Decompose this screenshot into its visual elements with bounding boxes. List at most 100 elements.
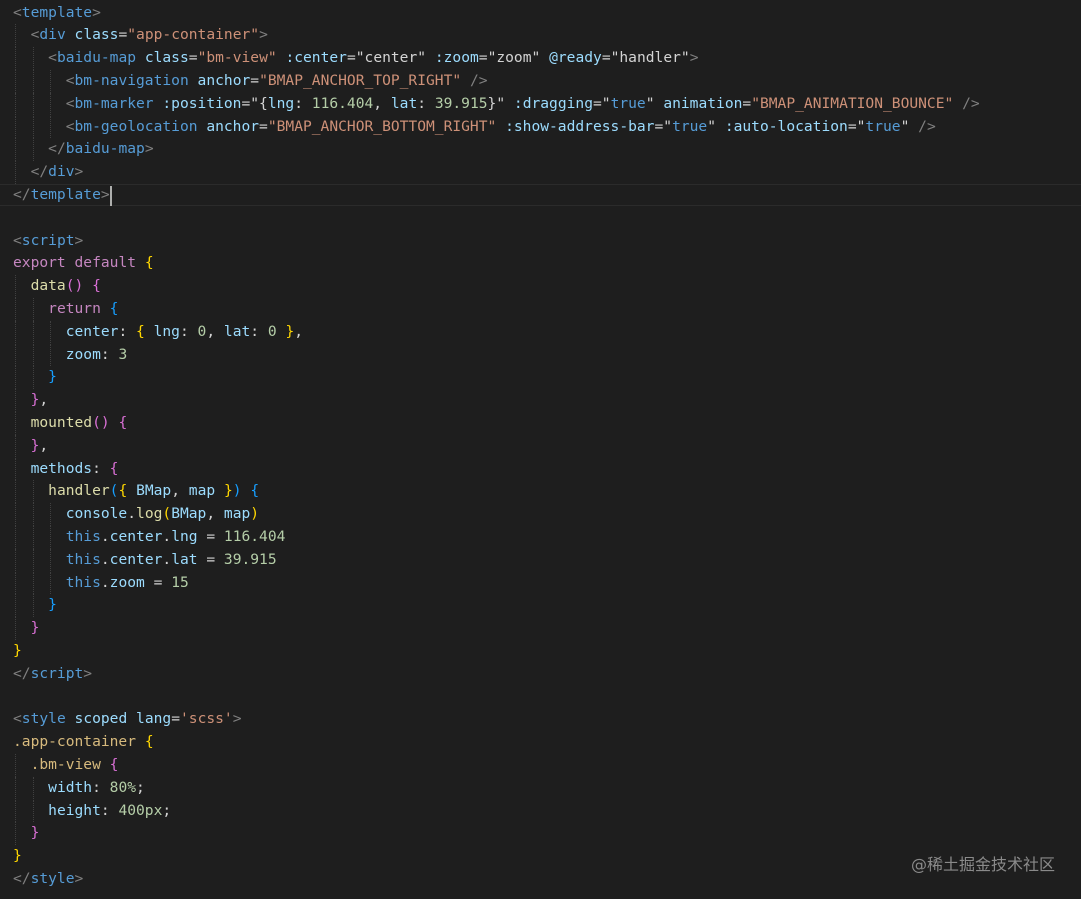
code-token: < (13, 710, 22, 728)
code-line: </template> (13, 184, 110, 207)
code-token: { (109, 459, 119, 477)
code-token: default (74, 254, 137, 272)
code-token: , (206, 322, 224, 340)
code-token: } (223, 482, 233, 500)
code-line: data() { (13, 275, 101, 298)
code-token: = (197, 550, 224, 568)
code-line: } (13, 594, 57, 617)
code-token: : (118, 322, 137, 340)
code-token: return (48, 299, 101, 317)
code-token: /> (962, 94, 980, 112)
code-token: center (65, 322, 119, 340)
code-token: "zoom" (487, 49, 541, 67)
code-token: { (109, 755, 119, 773)
code-token: = (188, 49, 198, 67)
code-line: return { (13, 298, 118, 321)
code-token: 39.915 (434, 94, 488, 112)
code-token: true (865, 117, 901, 135)
watermark: @稀土掘金技术社区 (910, 855, 1055, 874)
code-line: <bm-navigation anchor="BMAP_ANCHOR_TOP_R… (13, 70, 488, 93)
code-token: script (21, 231, 75, 249)
code-token: template (30, 185, 101, 203)
code-token: </ (13, 185, 31, 203)
code-token: < (65, 94, 75, 112)
code-token: 116.404 (223, 527, 286, 545)
code-token: zoom (109, 573, 145, 591)
code-token: > (259, 26, 268, 44)
code-token: : (250, 322, 268, 340)
code-token: lang (136, 710, 172, 728)
code-token: 15 (171, 573, 189, 591)
code-line: } (13, 617, 40, 640)
code-token: } (13, 847, 22, 865)
code-token: true (672, 117, 708, 135)
code-token: </ (13, 664, 31, 682)
code-token: = (847, 117, 857, 135)
code-token: > (74, 231, 84, 249)
code-token: , (39, 391, 49, 409)
code-token: : (100, 345, 119, 363)
code-token: 0 (267, 322, 277, 340)
code-line: methods: { (13, 458, 119, 481)
code-token: console (65, 505, 128, 523)
code-token: { (250, 482, 260, 500)
code-token: ) (232, 482, 242, 500)
code-token: scoped (74, 710, 128, 728)
code-token: true (610, 94, 646, 112)
code-line: this.center.lng = 116.404 (13, 526, 286, 549)
code-editor[interactable]: <template> <div class="app-container"> <… (0, 0, 1081, 899)
code-token: "BMAP_ANCHOR_TOP_RIGHT" (259, 71, 462, 89)
code-line: } (13, 366, 57, 389)
code-line: </div> (13, 161, 84, 184)
code-token: , (373, 94, 391, 112)
code-token: center (109, 550, 163, 568)
code-token: = (346, 49, 356, 67)
code-token: < (48, 49, 57, 67)
code-token: ) (250, 505, 260, 523)
code-token: 400px (118, 801, 163, 819)
code-token: "handler" (610, 49, 690, 67)
code-token: = (241, 94, 251, 112)
code-token: , (294, 322, 304, 340)
code-token: @ready (549, 49, 602, 67)
code-token: 39.915 (223, 550, 277, 568)
code-token: ( (162, 505, 172, 523)
code-token: log (136, 505, 163, 523)
code-token: :center (285, 49, 347, 67)
code-line: } (13, 822, 40, 845)
code-token: :position (162, 94, 242, 112)
code-token: { (118, 413, 128, 431)
code-line: console.log(BMap, map) (13, 503, 259, 526)
code-token: } (13, 641, 22, 659)
code-line: }, (13, 435, 49, 458)
code-token: :auto-location (724, 117, 848, 135)
code-token: > (83, 664, 93, 682)
code-line: <template> (13, 2, 101, 25)
code-line: zoom: 3 (13, 344, 128, 367)
code-token: zoom (65, 345, 101, 363)
code-token: : (179, 322, 198, 340)
code-token: div (48, 163, 75, 181)
code-token: .bm-view (30, 755, 101, 773)
